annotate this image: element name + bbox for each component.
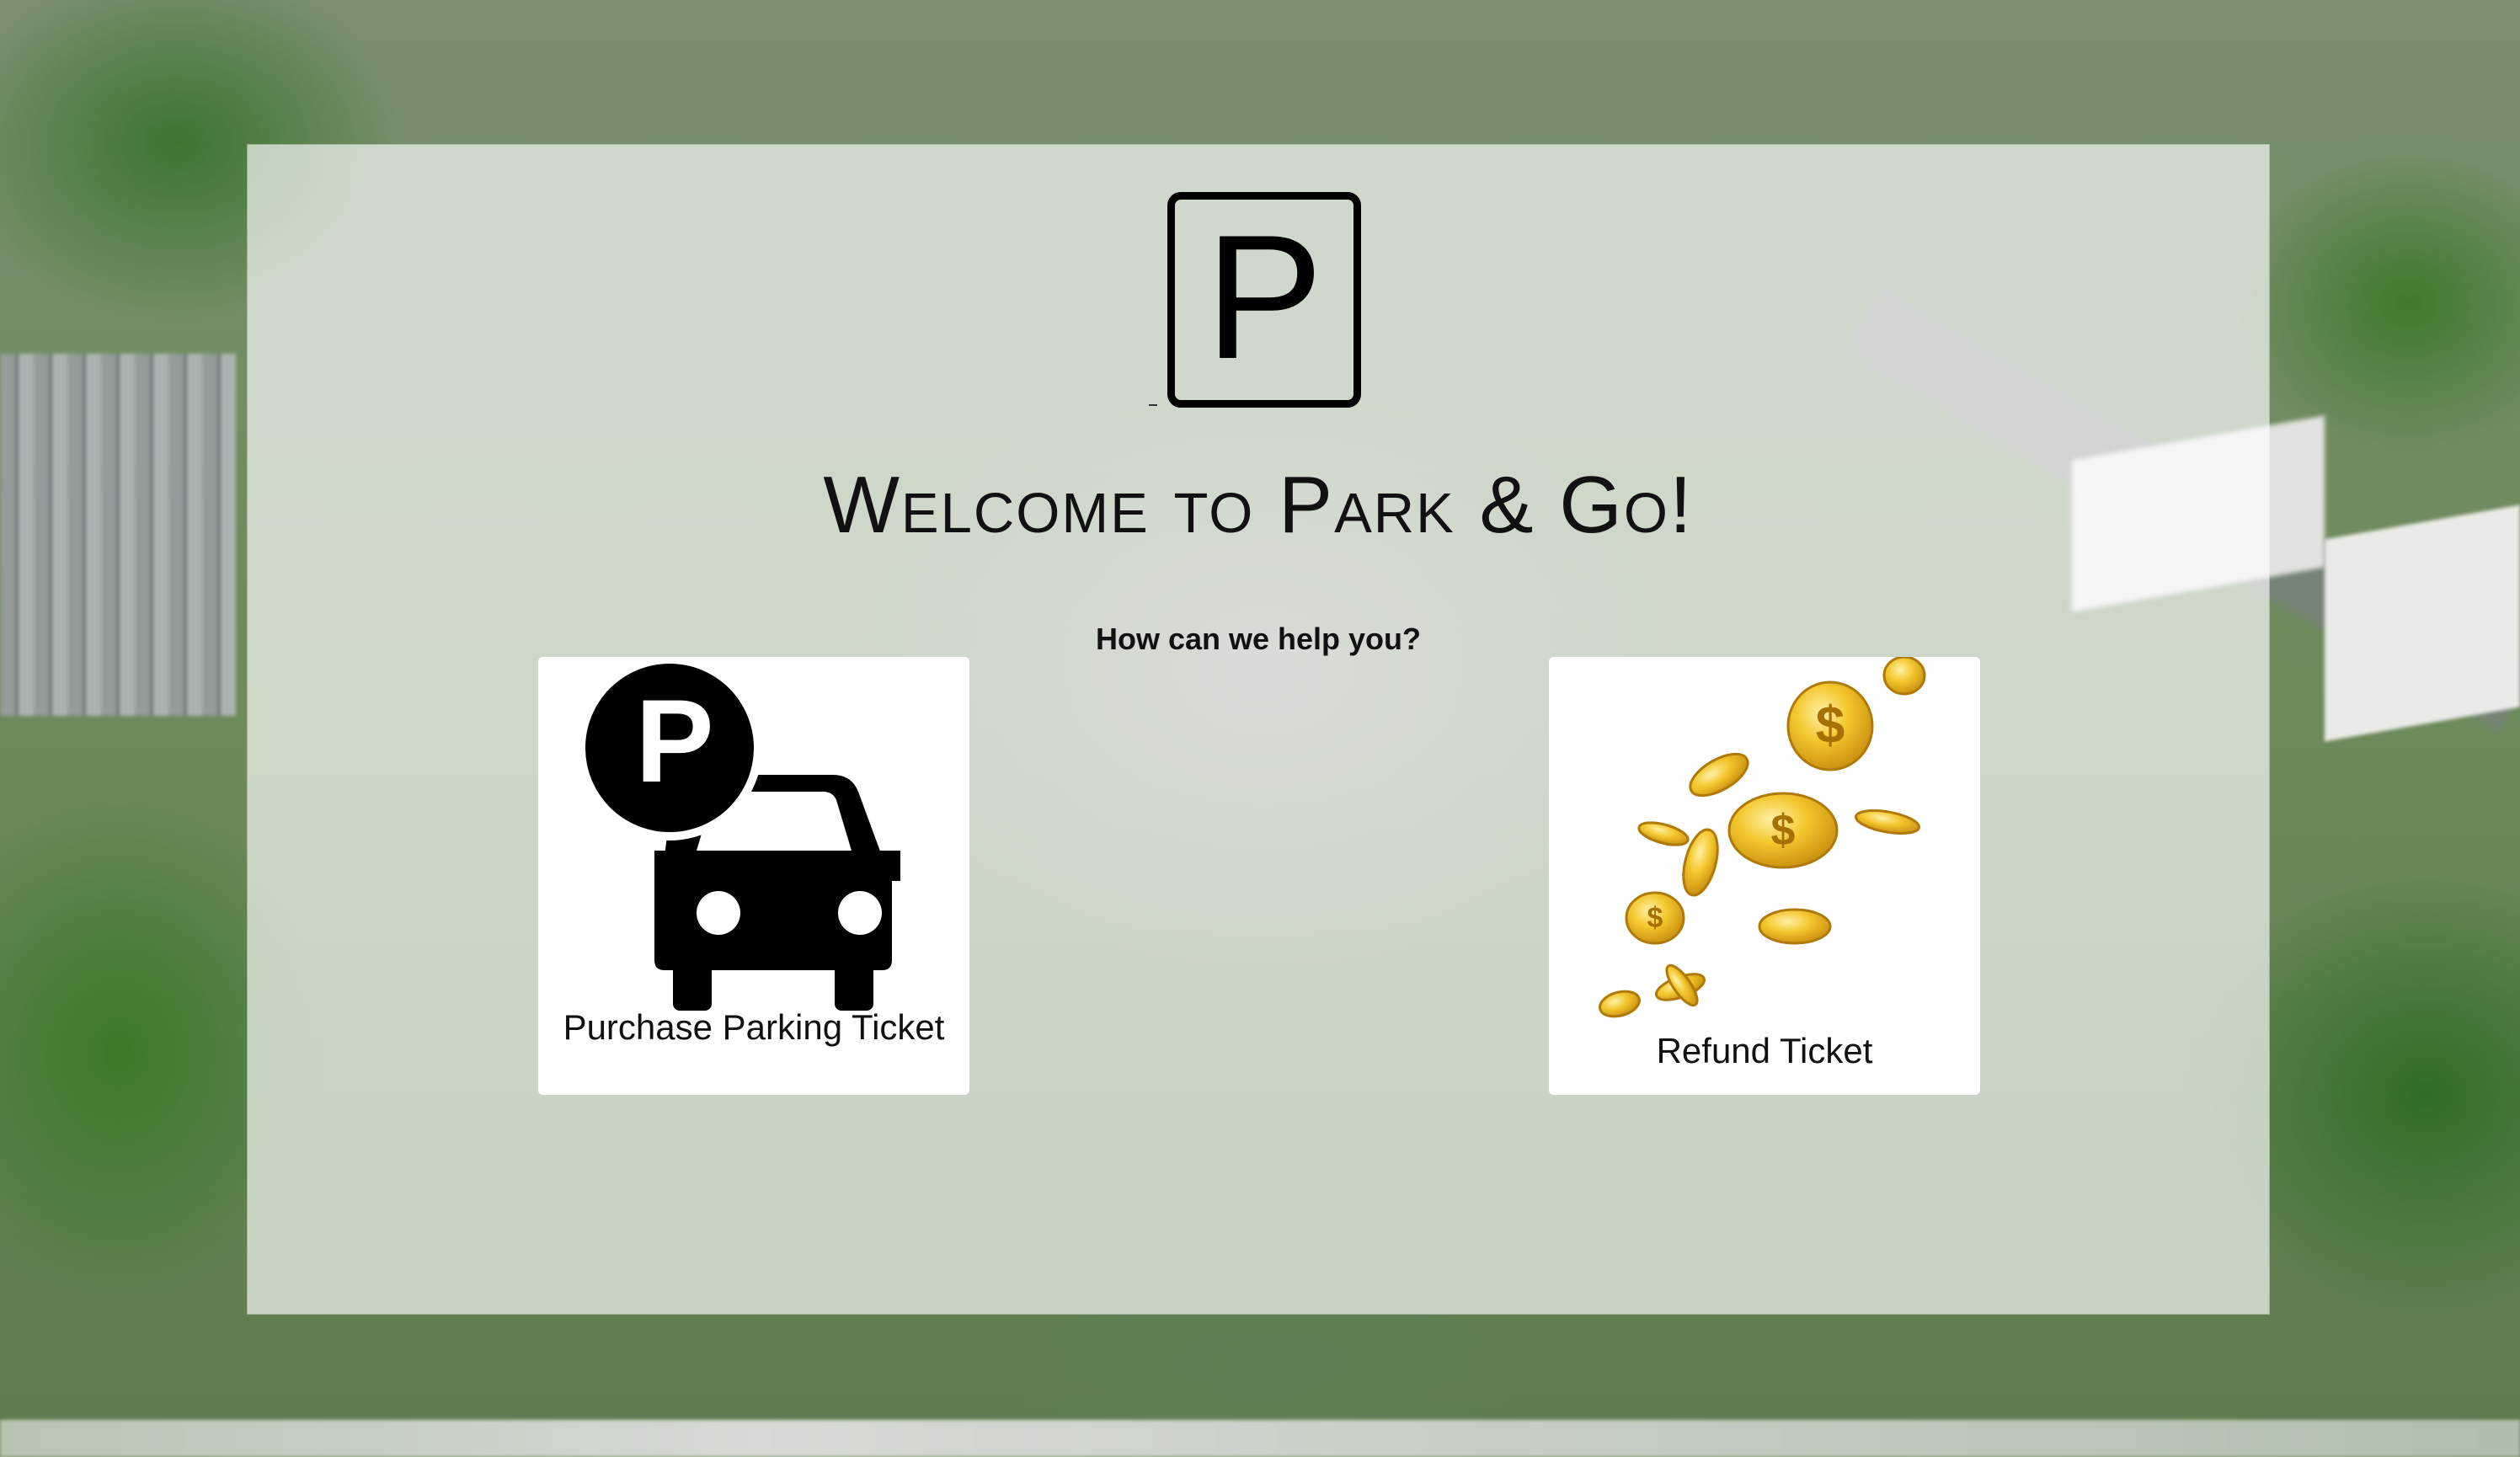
background-bottom-strip (0, 1420, 2520, 1457)
coin-symbol: $ (1815, 696, 1845, 755)
page-title: Welcome to Park & Go! (823, 460, 1694, 550)
coin-symbol: $ (1647, 902, 1663, 934)
parking-lot (0, 354, 236, 716)
purchase-ticket-button[interactable]: P Purchase Parking Ticket (538, 657, 969, 1095)
welcome-panel: P Welcome to Park & Go! How can we help … (248, 145, 2269, 1314)
parking-sign-icon: P (1167, 192, 1361, 408)
help-prompt: How can we help you? (1095, 622, 1422, 656)
refund-ticket-label: Refund Ticket (1656, 1031, 1873, 1070)
logo-dash (1149, 404, 1157, 406)
coin-symbol: $ (1770, 806, 1796, 855)
parking-car-icon (577, 657, 900, 1011)
logo-letter: P (1204, 198, 1324, 396)
parking-badge-letter: P (635, 675, 714, 807)
refund-ticket-button[interactable]: $ $ $ Refund Ticket (1549, 657, 1980, 1095)
building (2325, 504, 2520, 742)
purchase-ticket-label: Purchase Parking Ticket (563, 1007, 945, 1047)
